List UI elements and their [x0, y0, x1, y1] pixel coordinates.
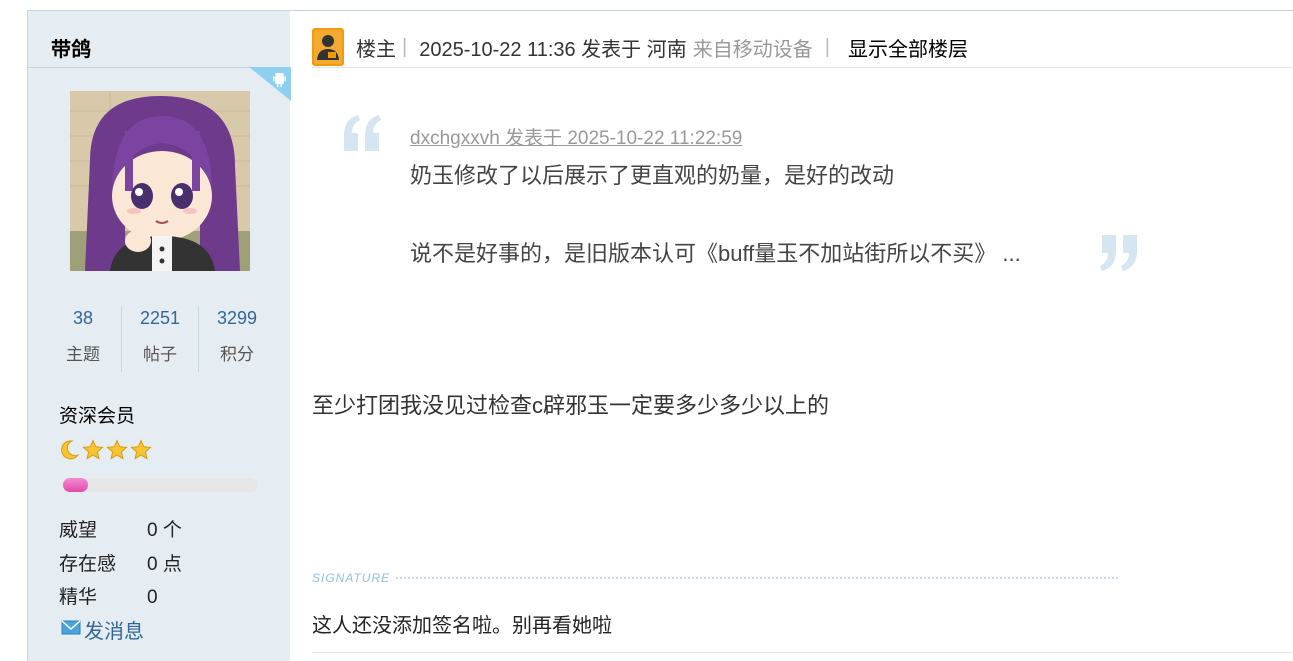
- quote-block: dxchgxxvh 发表于 2025-10-22 11:22:59 奶玉修改了以…: [340, 111, 1150, 281]
- post-body: 至少打团我没见过检查c辟邪玉一定要多少多少以上的: [312, 393, 830, 418]
- info-presence: 存在感 0 点: [59, 549, 182, 576]
- avatar[interactable]: [70, 91, 250, 271]
- info-prestige: 威望 0 个: [59, 515, 182, 542]
- send-message-label[interactable]: 发消息: [84, 615, 144, 644]
- author-stats: 38 主题 2251 帖子 3299 积分: [45, 306, 275, 372]
- star-icon: [82, 439, 104, 461]
- divider: [312, 652, 1293, 653]
- info-value: 0 个: [147, 520, 182, 541]
- android-icon: [249, 67, 291, 101]
- stat-label: 积分: [220, 345, 254, 364]
- quote-author-link[interactable]: dxchgxxvh 发表于 2025-10-22 11:22:59: [410, 123, 742, 150]
- divider: [312, 67, 1293, 68]
- show-all-floors-link[interactable]: 显示全部楼层: [848, 33, 968, 62]
- envelope-icon: [61, 619, 81, 640]
- star-icon: [106, 439, 128, 461]
- author-name[interactable]: 带鸽: [51, 33, 91, 62]
- thread-starter-icon: [312, 28, 344, 66]
- stat-points[interactable]: 3299 积分: [199, 306, 275, 372]
- info-value: 0 点: [147, 554, 182, 575]
- star-icon: [130, 439, 152, 461]
- separator: |: [824, 35, 830, 58]
- open-quote-icon: [340, 111, 384, 155]
- quote-text: 说不是好事的，是旧版本认可《buff量玉不加站街所以不买》 ...: [410, 241, 1021, 266]
- stat-posts[interactable]: 2251 帖子: [122, 306, 199, 372]
- info-label: 精华: [59, 587, 98, 608]
- info-value: 0: [147, 587, 158, 608]
- rank-icons: [58, 439, 152, 461]
- send-message-link[interactable]: 发消息: [61, 615, 144, 644]
- stat-label: 帖子: [143, 345, 177, 364]
- stat-value[interactable]: 2251: [122, 308, 198, 329]
- forum-post: 带鸽 38 主题 2251 帖子 3299 积分 资深会员 威望 0 个 存在感…: [27, 10, 1293, 661]
- close-quote-icon: [1097, 231, 1141, 275]
- author-sidebar: 带鸽 38 主题 2251 帖子 3299 积分 资深会员 威望 0 个 存在感…: [27, 11, 291, 661]
- info-digest: 精华 0: [59, 582, 158, 609]
- level-progress-bar: [63, 478, 258, 492]
- post-time: 2025-10-22 11:36 发表于 河南: [419, 38, 687, 61]
- stat-threads[interactable]: 38 主题: [45, 306, 122, 372]
- post-content: 楼主 | 2025-10-22 11:36 发表于 河南 来自移动设备 | 显示…: [290, 11, 1293, 661]
- signature-divider: [396, 577, 1119, 579]
- post-source: 来自移动设备: [692, 38, 813, 61]
- thread-starter-label: 楼主: [356, 38, 396, 61]
- signature-text: 这人还没添加签名啦。别再看她啦: [312, 615, 612, 637]
- rank-title: 资深会员: [59, 406, 136, 427]
- info-label: 威望: [59, 520, 98, 541]
- stat-value[interactable]: 3299: [199, 308, 275, 329]
- stat-value[interactable]: 38: [45, 308, 121, 329]
- signature-header: SIGNATURE: [312, 571, 1119, 585]
- signature-label: SIGNATURE: [312, 571, 391, 585]
- quote-text: 奶玉修改了以后展示了更直观的奶量，是好的改动: [410, 163, 895, 188]
- post-header: 楼主 | 2025-10-22 11:36 发表于 河南 来自移动设备 | 显示…: [312, 27, 968, 67]
- moon-icon: [58, 439, 80, 461]
- stat-label: 主题: [66, 345, 100, 364]
- level-progress-fill: [63, 478, 89, 492]
- separator: |: [402, 35, 408, 58]
- info-label: 存在感: [59, 554, 117, 575]
